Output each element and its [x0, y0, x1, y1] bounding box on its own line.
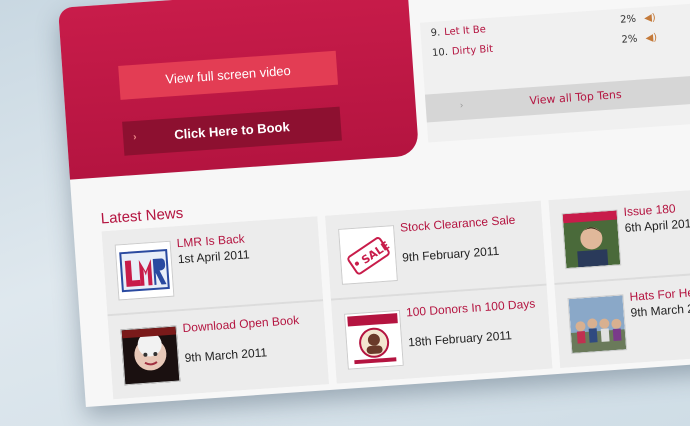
- rank-number: 10.: [431, 46, 449, 60]
- news-date: 9th February 2011: [401, 243, 500, 265]
- news-item[interactable]: Hats For Her 9th March 20: [554, 269, 690, 368]
- news-title-link[interactable]: Issue 180: [623, 195, 690, 219]
- news-item[interactable]: Issue 180 6th April 2011: [548, 185, 690, 286]
- speaker-icon[interactable]: ◀): [645, 30, 658, 47]
- screenshot-stage: View full screen video › Click Here to B…: [0, 0, 690, 426]
- percent: 2%: [621, 33, 638, 46]
- news-column: Issue 180 6th April 2011 Hats For Her 9t…: [548, 185, 690, 368]
- news-date: 18th February 2011: [407, 328, 513, 350]
- promo-panel: View full screen video › Click Here to B…: [58, 0, 420, 180]
- news-title-link[interactable]: Hats For Her: [629, 280, 690, 304]
- news-item[interactable]: SALE Stock Clearance Sale 9th February 2…: [325, 200, 547, 301]
- book-cover-icon: [120, 325, 181, 386]
- top-tens-panel: 9. Let It Be 2% ◀) 10. Dirty Bit 2% ◀) › V…: [419, 1, 690, 143]
- news-item[interactable]: LMR Is Back 1st April 2011: [101, 216, 324, 317]
- chevron-right-icon: ›: [459, 100, 464, 112]
- group-photo-icon: [567, 294, 628, 355]
- song-title: Let It Be: [443, 24, 487, 39]
- view-video-button[interactable]: View full screen video: [118, 50, 339, 100]
- news-title-link[interactable]: Stock Clearance Sale: [400, 211, 539, 235]
- news-title-link[interactable]: 100 Donors In 100 Days: [406, 296, 545, 319]
- news-column: LMR Is Back 1st April 2011 Download Open…: [101, 216, 329, 400]
- latest-news-heading: Latest News: [100, 204, 184, 228]
- web-page: View full screen video › Click Here to B…: [58, 0, 690, 408]
- lmr-logo-icon: [114, 240, 175, 301]
- book-button[interactable]: › Click Here to Book: [122, 106, 342, 156]
- news-column: SALE Stock Clearance Sale 9th February 2…: [325, 200, 553, 384]
- song-title: Dirty Bit: [451, 43, 494, 58]
- view-all-top-tens-button[interactable]: › View all Top Tens: [424, 73, 690, 123]
- news-title-link[interactable]: Download Open Book: [182, 311, 321, 335]
- magazine-cover-icon: [561, 209, 622, 270]
- speaker-icon[interactable]: ◀): [644, 10, 657, 27]
- news-date: 9th March 2011: [184, 345, 268, 365]
- rank-number: 9.: [430, 27, 441, 40]
- news-item[interactable]: Download Open Book 9th March 2011: [107, 301, 329, 400]
- book-button-label: Click Here to Book: [173, 119, 291, 143]
- chevron-right-icon: ›: [132, 131, 137, 144]
- donor-badge-icon: [344, 309, 404, 370]
- news-item[interactable]: 100 Donors In 100 Days 18th February 201…: [331, 285, 553, 384]
- percent: 2%: [619, 13, 637, 26]
- sale-tag-icon: SALE: [338, 225, 398, 285]
- view-all-label: View all Top Tens: [528, 87, 623, 108]
